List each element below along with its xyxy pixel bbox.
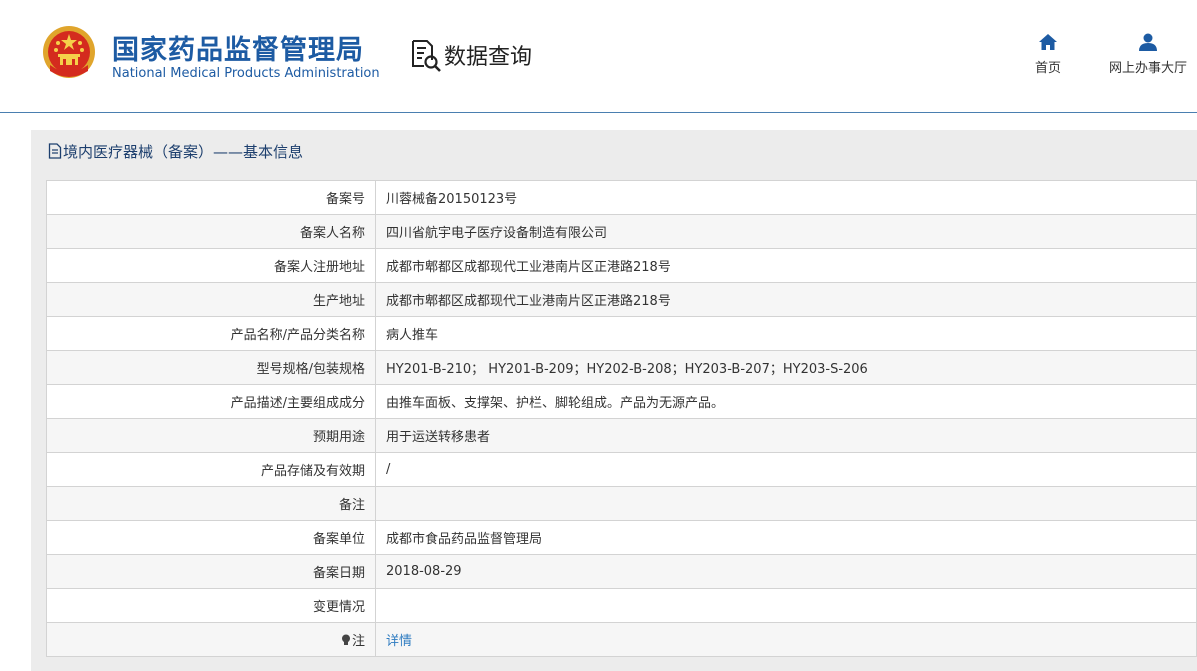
details-link[interactable]: 详情 [386,634,412,649]
nav-home-label: 首页 [1034,61,1061,76]
basic-info-table: 备案号 川蓉械备20150123号 备案人名称 四川省航宇电子医疗设备制造有限公… [46,180,1197,657]
data-query-heading: 数据查询 [410,38,532,72]
row-value [375,486,1197,521]
row-label: 生产地址 [46,282,376,317]
table-row: 备案号 川蓉械备20150123号 [46,180,1197,215]
device-info-panel: 境内医疗器械（备案）——基本信息 备案号 川蓉械备20150123号 备案人名称… [31,130,1197,671]
row-value: HY201-B-210； HY201-B-209；HY202-B-208；HY2… [375,350,1197,385]
table-row: 生产地址 成都市郫都区成都现代工业港南片区正港路218号 [46,282,1197,317]
row-value: 川蓉械备20150123号 [375,180,1197,215]
table-row: 备案人名称 四川省航宇电子医疗设备制造有限公司 [46,214,1197,249]
document-search-icon [412,40,441,72]
panel-title-text: 境内医疗器械（备案）——基本信息 [63,142,304,161]
row-value: 病人推车 [375,316,1197,351]
row-label: 型号规格/包装规格 [46,350,376,385]
national-emblem-icon [43,26,95,78]
document-icon [48,143,62,159]
nav-online-hall-link[interactable]: 网上办事大厅 [1102,33,1194,76]
table-row: 型号规格/包装规格 HY201-B-210； HY201-B-209；HY202… [46,350,1197,385]
row-label: 变更情况 [46,588,376,623]
site-header: 国家药品监督管理局 National Medical Products Admi… [0,0,1197,113]
table-row: 变更情况 [46,588,1197,623]
data-query-label: 数据查询 [444,45,533,70]
agency-name-cn: 国家药品监督管理局 [112,35,364,66]
row-label: 预期用途 [46,418,376,453]
user-icon [1139,33,1157,51]
note-row: 注 详情 [46,622,1197,657]
row-label: 产品存储及有效期 [46,452,376,487]
row-value: / [375,452,1197,487]
nav-online-hall-label: 网上办事大厅 [1108,61,1187,76]
table-row: 产品存储及有效期 / [46,452,1197,487]
row-label: 备案日期 [46,554,376,589]
row-label: 备案单位 [46,520,376,555]
table-row: 备案人注册地址 成都市郫都区成都现代工业港南片区正港路218号 [46,248,1197,283]
row-value: 成都市郫都区成都现代工业港南片区正港路218号 [375,248,1197,283]
row-label: 备案人名称 [46,214,376,249]
row-value: 成都市郫都区成都现代工业港南片区正港路218号 [375,282,1197,317]
row-value: 用于运送转移患者 [375,418,1197,453]
table-row: 备案单位 成都市食品药品监督管理局 [46,520,1197,555]
table-row: 预期用途 用于运送转移患者 [46,418,1197,453]
lightbulb-icon [341,634,350,645]
home-icon [1039,34,1057,50]
nav-home-link[interactable]: 首页 [1030,33,1066,76]
table-row: 产品名称/产品分类名称 病人推车 [46,316,1197,351]
row-value: 四川省航宇电子医疗设备制造有限公司 [375,214,1197,249]
row-label: 备注 [46,486,376,521]
row-label: 备案人注册地址 [46,248,376,283]
note-label-text: 注 [351,634,365,649]
panel-title: 境内医疗器械（备案）——基本信息 [48,141,303,161]
table-row: 备案日期 2018-08-29 [46,554,1197,589]
row-label: 备案号 [46,180,376,215]
row-value: 成都市食品药品监督管理局 [375,520,1197,555]
row-value: 2018-08-29 [375,554,1197,589]
table-row: 产品描述/主要组成成分 由推车面板、支撑架、护栏、脚轮组成。产品为无源产品。 [46,384,1197,419]
note-label: 注 [46,622,376,657]
row-label: 产品名称/产品分类名称 [46,316,376,351]
row-value: 由推车面板、支撑架、护栏、脚轮组成。产品为无源产品。 [375,384,1197,419]
agency-name-en: National Medical Products Administration [112,66,380,81]
table-row: 备注 [46,486,1197,521]
row-value [375,588,1197,623]
row-label: 产品描述/主要组成成分 [46,384,376,419]
note-value: 详情 [375,622,1197,657]
